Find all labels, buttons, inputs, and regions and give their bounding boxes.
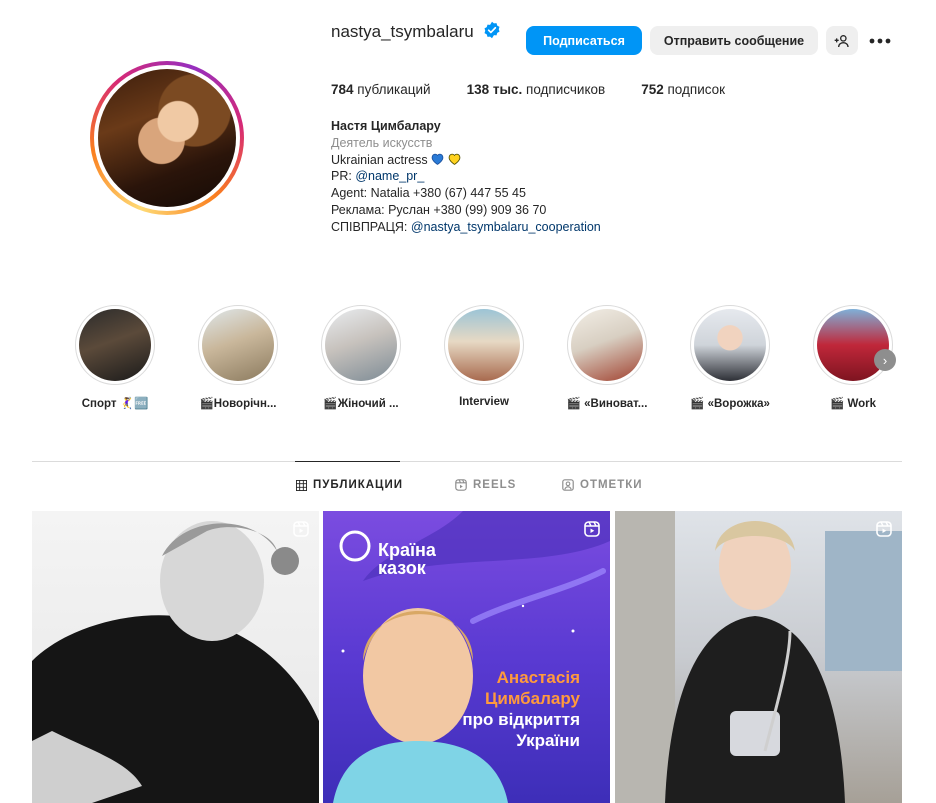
tab-reels[interactable]: REELS <box>455 479 516 491</box>
bio-line-4: Реклама: Руслан +380 (99) 909 36 70 <box>331 202 547 217</box>
brand-logo-text: Країна казок <box>378 540 436 578</box>
blue-heart-icon <box>431 153 444 165</box>
highlight-ring <box>198 305 278 385</box>
suggest-similar-button[interactable] <box>826 26 858 55</box>
grid-icon <box>296 479 307 491</box>
highlights-next-button[interactable]: › <box>874 349 896 371</box>
bio: Настя Цимбалару Деятель искусств Ukraini… <box>331 118 601 236</box>
yellow-heart-icon <box>448 153 460 165</box>
chevron-right-icon: › <box>882 352 888 368</box>
highlight-label: 🎬 Work <box>829 398 877 410</box>
highlight-ring <box>813 305 893 385</box>
profile-avatar-ring[interactable] <box>90 61 244 215</box>
post-tile[interactable]: Країна казок Анастасія Цимбалару про від… <box>323 511 610 803</box>
more-options-button[interactable] <box>866 26 894 55</box>
highlight-item[interactable]: Спорт 🤾‍♀️🆓 <box>60 305 170 410</box>
profile-stats: 784 публикаций 138 тыс. подписчиков 752 … <box>331 82 725 97</box>
tab-tagged[interactable]: ОТМЕТКИ <box>562 479 643 491</box>
highlight-ring <box>444 305 524 385</box>
avatar-gap <box>94 65 240 211</box>
username: nastya_tsymbalaru <box>331 22 474 41</box>
highlight-ring <box>321 305 401 385</box>
posts-stat: 784 публикаций <box>331 82 431 97</box>
pr-mention-link[interactable]: @name_pr_ <box>355 169 424 183</box>
promo-caption: Анастасія Цимбалару про відкриття Україн… <box>462 668 580 750</box>
highlight-label: Interview <box>459 396 509 408</box>
active-tab-indicator <box>295 461 400 462</box>
following-stat[interactable]: 752 подписок <box>641 82 725 97</box>
highlight-ring <box>690 305 770 385</box>
highlight-cover <box>571 309 643 381</box>
profile-category: Деятель искусств <box>331 135 433 150</box>
follow-button[interactable]: Подписаться <box>526 26 642 55</box>
story-highlights: Спорт 🤾‍♀️🆓 🎬Новорічн... 🎬Жіночий ... In… <box>70 305 910 415</box>
highlight-cover <box>448 309 520 381</box>
post-photo <box>32 521 319 803</box>
avatar <box>98 69 236 207</box>
tabs-divider <box>32 461 902 462</box>
highlight-ring <box>567 305 647 385</box>
highlight-ring <box>75 305 155 385</box>
reel-indicator-icon <box>293 521 309 537</box>
profile-full-name: Настя Цимбалару <box>331 119 441 133</box>
bio-line-3: Agent: Natalia +380 (67) 447 55 45 <box>331 186 526 201</box>
post-artwork <box>333 511 610 803</box>
highlight-item[interactable]: 🎬Новорічн... <box>183 305 293 410</box>
highlight-item[interactable]: 🎬 «Виноват... <box>552 305 662 410</box>
highlight-cover <box>325 309 397 381</box>
followers-stat[interactable]: 138 тыс. подписчиков <box>467 82 606 97</box>
highlight-item[interactable]: 🎬Жіночий ... <box>306 305 416 410</box>
highlight-label: 🎬Новорічн... <box>199 398 277 410</box>
highlight-label: 🎬 «Виноват... <box>566 398 648 410</box>
more-dots-icon <box>869 38 891 43</box>
reels-icon <box>455 479 467 491</box>
bio-line-5: СПІВПРАЦЯ: @nastya_tsymbalaru_cooperatio… <box>331 219 601 234</box>
highlight-item[interactable]: Interview <box>429 305 539 408</box>
reel-indicator-icon <box>876 521 892 537</box>
post-photo <box>615 511 902 803</box>
highlight-cover <box>79 309 151 381</box>
highlight-label: 🎬Жіночий ... <box>323 398 399 410</box>
cooperation-mention-link[interactable]: @nastya_tsymbalaru_cooperation <box>411 220 601 234</box>
post-tile[interactable] <box>32 511 319 803</box>
highlight-cover <box>694 309 766 381</box>
bio-line-2: PR: @name_pr_ <box>331 169 425 184</box>
reel-indicator-icon <box>584 521 600 537</box>
highlight-item[interactable]: 🎬 «Ворожка» <box>675 305 785 410</box>
highlight-label: Спорт 🤾‍♀️🆓 <box>81 398 149 410</box>
add-person-icon <box>834 34 849 47</box>
send-message-button[interactable]: Отправить сообщение <box>650 26 818 55</box>
highlight-cover <box>817 309 889 381</box>
highlight-cover <box>202 309 274 381</box>
tab-posts[interactable]: ПУБЛИКАЦИИ <box>296 479 403 491</box>
verified-badge-icon <box>484 21 500 39</box>
bio-line-1: Ukrainian actress <box>331 152 601 169</box>
post-tile[interactable] <box>615 511 902 803</box>
tagged-user-icon <box>562 479 574 491</box>
highlight-label: 🎬 «Ворожка» <box>690 398 770 410</box>
